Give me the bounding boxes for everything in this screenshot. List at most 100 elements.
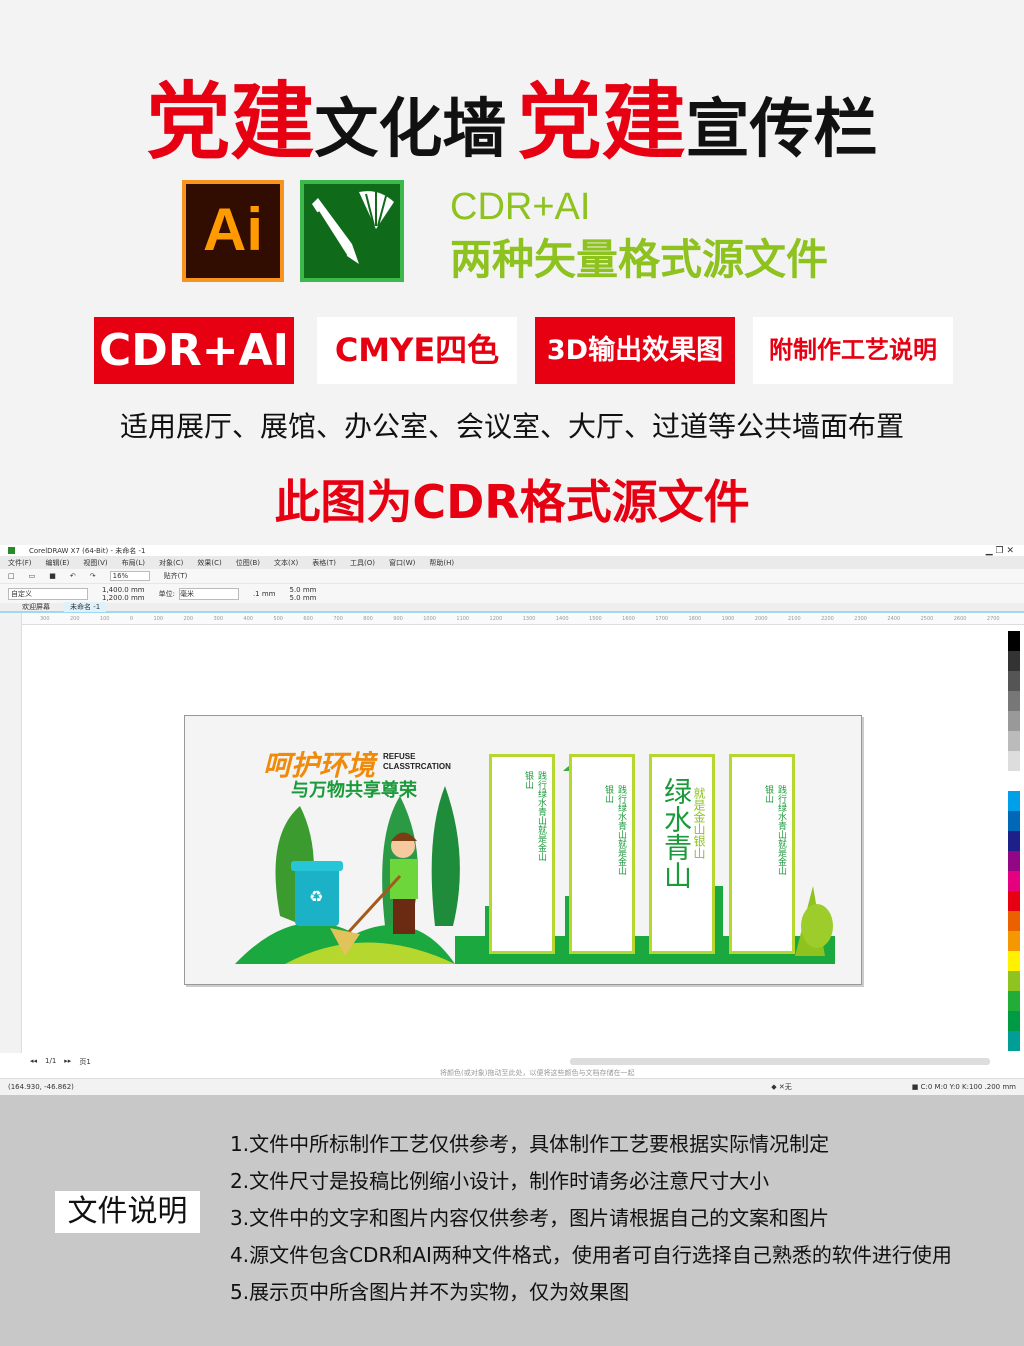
menu-item[interactable]: 对象(C)	[159, 558, 183, 568]
palette-swatch[interactable]	[1008, 971, 1020, 991]
ruler-tick-label: 500	[273, 615, 283, 622]
panel-4: 践行绿水青山就是金山银山	[729, 754, 795, 954]
zoom-select[interactable]: 16%	[109, 571, 150, 581]
window-title: CorelDRAW X7 (64-Bit) - 未命名 -1	[29, 546, 146, 555]
palette-swatch[interactable]	[1008, 891, 1020, 911]
page-tab[interactable]: 页1	[79, 1057, 90, 1067]
unit-select[interactable]: 毫米	[178, 587, 239, 600]
palette-swatch[interactable]	[1008, 1031, 1020, 1051]
ruler-tick-label: 200	[69, 615, 80, 622]
color-palette[interactable]	[1008, 631, 1020, 1051]
ruler-tick-label: 1600	[622, 615, 635, 622]
menu-item[interactable]: 位图(B)	[236, 558, 260, 568]
notice-text: 此图为CDR格式源文件	[274, 475, 750, 529]
ruler-tick-label: 1900	[721, 615, 735, 622]
palette-swatch[interactable]	[1008, 851, 1020, 871]
palette-swatch[interactable]	[1008, 991, 1020, 1011]
prev-page-button[interactable]: ◂◂	[30, 1057, 37, 1067]
page-height-input[interactable]: 1,200.0 mm	[102, 594, 145, 602]
svg-text:♻: ♻	[309, 887, 323, 906]
ruler-tick-label: 2400	[887, 615, 901, 622]
usage-text: 适用展厅、展馆、办公室、会议室、大厅、过道等公共墙面布置	[119, 410, 904, 443]
panel-2: 践行绿水青山就是金山银山	[569, 754, 635, 954]
next-page-button[interactable]: ▸▸	[64, 1057, 71, 1067]
save-icon[interactable]: ■	[49, 572, 56, 580]
page-navigator: ◂◂ 1/1 ▸▸ 页1	[30, 1057, 91, 1067]
note-item: 3.文件中的文字和图片内容仅供参考，图片请根据自己的文案和图片	[230, 1206, 830, 1230]
ruler-tick-label: 1700	[655, 615, 669, 622]
ruler-tick-label: 2100	[787, 615, 801, 622]
ruler-tick-label: 0	[129, 615, 134, 622]
menu-item[interactable]: 编辑(E)	[46, 558, 70, 568]
ruler-tick-label: 1200	[489, 615, 503, 622]
page-width-input[interactable]: 1,400.0 mm	[102, 586, 145, 594]
status-bar: (164.930, -46.862) ◆ ✕无 ■ C:0 M:0 Y:0 K:…	[0, 1078, 1024, 1095]
tab-document[interactable]: 未命名 -1	[64, 602, 107, 612]
artwork-subtitle: 与万物共享尊荣	[291, 780, 417, 801]
tab-welcome[interactable]: 欢迎屏幕	[22, 602, 50, 612]
illustrator-icon: Ai	[182, 180, 284, 282]
snap-menu[interactable]: 贴齐(T)	[164, 571, 188, 581]
palette-swatch[interactable]	[1008, 931, 1020, 951]
palette-swatch[interactable]	[1008, 911, 1020, 931]
palette-swatch[interactable]	[1008, 711, 1020, 731]
ruler-tick-label: 2600	[953, 615, 967, 622]
palette-swatch[interactable]	[1008, 671, 1020, 691]
standard-toolbar: □ ▭ ■ ↶ ↷ 16% 贴齐(T)	[0, 569, 1024, 583]
badge-3d: 3D输出效果图	[535, 317, 735, 384]
palette-swatch[interactable]	[1008, 791, 1020, 811]
palette-swatch[interactable]	[1008, 751, 1020, 771]
duplicate-y-input[interactable]: 5.0 mm	[290, 594, 317, 602]
palette-swatch[interactable]	[1008, 731, 1020, 751]
open-icon[interactable]: ▭	[29, 572, 36, 580]
palette-swatch[interactable]	[1008, 651, 1020, 671]
page-count: 1/1	[45, 1057, 57, 1065]
duplicate-x-input[interactable]: 5.0 mm	[290, 586, 317, 594]
menu-item[interactable]: 视图(V)	[83, 558, 107, 568]
ruler-tick-label: 2300	[854, 615, 867, 622]
ruler-tick-label: 100	[99, 615, 110, 622]
ruler-tick-label: 600	[303, 615, 313, 622]
fill-indicator: ◆ ✕无	[771, 1083, 792, 1091]
menu-item[interactable]: 文件(F)	[8, 558, 32, 568]
menu-item[interactable]: 表格(T)	[312, 558, 336, 568]
redo-icon[interactable]: ↷	[90, 572, 96, 580]
palette-swatch[interactable]	[1008, 831, 1020, 851]
ruler-tick-label: 1300	[522, 615, 536, 622]
page-preset-select[interactable]: 自定义	[8, 587, 88, 600]
menu-item[interactable]: 工具(O)	[350, 558, 375, 568]
note-item: 1.文件中所标制作工艺仅供参考，具体制作工艺要根据实际情况制定	[230, 1132, 830, 1156]
palette-swatch[interactable]	[1008, 691, 1020, 711]
formats-line2: 两种矢量格式源文件	[450, 235, 829, 284]
menu-item[interactable]: 布局(L)	[122, 558, 145, 568]
note-item: 5.展示页中所含图片并不为实物，仅为效果图	[230, 1280, 630, 1304]
menu-item[interactable]: 效果(C)	[197, 558, 221, 568]
palette-hint: 将颜色(或对象)拖动至此处，以便将这些颜色与文档存储在一起	[440, 1069, 635, 1077]
app-icon	[8, 547, 15, 554]
artwork-title-en: REFUSE CLASSTRCATION	[383, 752, 451, 771]
property-bar: 自定义 1,400.0 mm 1,200.0 mm 单位: 毫米 .1 mm 5.…	[0, 583, 1024, 603]
new-icon[interactable]: □	[8, 572, 15, 580]
artboard-page: ♻ 呵护环境 REFUSE CLASSTRCATION 与万物共享尊荣 践行绿水青…	[184, 715, 862, 985]
palette-swatch[interactable]	[1008, 631, 1020, 651]
palette-swatch[interactable]	[1008, 951, 1020, 971]
palette-swatch[interactable]	[1008, 771, 1020, 791]
menu-item[interactable]: 帮助(H)	[429, 558, 454, 568]
toolbox[interactable]	[0, 613, 22, 1053]
menu-item[interactable]: 文本(X)	[274, 558, 298, 568]
palette-swatch[interactable]	[1008, 811, 1020, 831]
ruler-tick-label: 2700	[986, 615, 1000, 622]
panel-1: 践行绿水青山就是金山银山	[489, 754, 555, 954]
menu-item[interactable]: 窗口(W)	[389, 558, 415, 568]
palette-swatch[interactable]	[1008, 1011, 1020, 1031]
page-title: 党建文化墙 党建宣传栏	[146, 73, 878, 171]
nudge-input[interactable]: .1 mm	[253, 590, 276, 598]
undo-icon[interactable]: ↶	[70, 572, 76, 580]
coreldraw-window: CorelDRAW X7 (64-Bit) - 未命名 -1 ▁ ❐ ✕ 文件(…	[0, 545, 1024, 1095]
palette-swatch[interactable]	[1008, 871, 1020, 891]
note-item: 2.文件尺寸是投稿比例缩小设计，制作时请务必注意尺寸大小	[230, 1169, 770, 1193]
cursor-coordinates: (164.930, -46.862)	[8, 1083, 74, 1091]
ruler-tick-label: 900	[393, 615, 403, 622]
window-controls[interactable]: ▁ ❐ ✕	[986, 546, 1014, 556]
horizontal-scrollbar[interactable]	[570, 1058, 990, 1065]
